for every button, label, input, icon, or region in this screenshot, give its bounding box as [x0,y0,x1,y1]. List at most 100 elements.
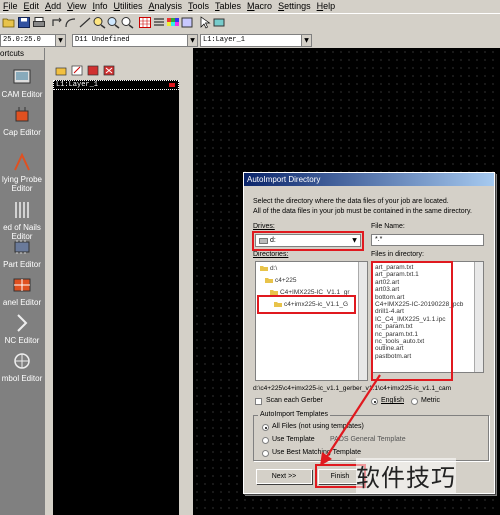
zoom-in-icon[interactable] [92,16,106,29]
layer-color-swatch [169,83,175,87]
directory-item[interactable]: d:\ [260,265,277,272]
palette-icon[interactable] [166,16,180,29]
next-button[interactable]: Next >> [256,469,312,484]
zoom-window-icon[interactable] [120,16,134,29]
dcode-value: D11 Undefined [75,36,130,44]
shortcut-label: mbol Editor [1,374,43,383]
template-best-radio[interactable] [262,450,269,457]
cam-editor-icon [13,69,31,84]
metric-radio[interactable] [411,398,418,405]
layer-delete-icon[interactable] [103,65,115,76]
panel-editor-icon [13,278,31,292]
template-use-label: Use Template [272,436,315,443]
files-scrollbar[interactable] [474,262,483,372]
shortcut-nc-editor[interactable]: NC Editor [0,313,44,345]
menu-macro[interactable]: Macro [244,0,275,13]
shortcut-label: NC Editor [4,336,40,345]
shortcut-part-editor[interactable]: Part Editor [0,237,44,269]
layer-panel: L1:Layer_1 [45,48,187,515]
shortcut-label: anel Editor [2,298,42,307]
menu-analysis[interactable]: Analysis [145,0,185,13]
route-icon[interactable] [78,16,92,29]
highlight-icon[interactable] [212,16,226,29]
layers-icon[interactable] [152,16,166,29]
layer-color-icon[interactable] [87,65,99,76]
zoom-out-icon[interactable] [106,16,120,29]
open-icon[interactable] [2,16,16,29]
layer-edit-icon[interactable] [71,65,83,76]
flying-probe-icon [14,152,30,171]
drives-highlight [252,231,364,251]
cursor-icon[interactable] [198,16,212,29]
shortcut-label: Part Editor [3,260,41,269]
layer-value: L1:Layer_1 [203,36,246,44]
menu-file[interactable]: File [0,0,21,13]
shortcut-cam-editor[interactable]: CAM Editor [0,67,44,99]
chevron-down-icon[interactable]: ▼ [301,35,311,46]
menu-info[interactable]: Info [89,0,110,13]
menu-utilities[interactable]: Utilities [110,0,145,13]
directory-highlight [257,295,356,314]
chevron-down-icon[interactable]: ▼ [55,35,65,46]
watermark: 软件技巧 [356,458,456,493]
files-highlight [371,261,453,381]
file-name-label: File Name: [371,223,405,230]
directory-label: d:\ [269,265,278,272]
template-use-radio[interactable] [262,437,269,444]
directory-item[interactable]: c4+225 [265,277,296,284]
shortcut-symbol-editor[interactable]: mbol Editor [0,351,44,383]
directory-label: c4+225 [274,277,297,284]
menu-bar: File Edit Add View Info Utilities Analys… [0,0,500,13]
undo-icon[interactable] [50,16,64,29]
folder-open-icon [265,278,273,284]
layer-add-icon[interactable] [55,65,67,76]
menu-edit[interactable]: Edit [21,0,43,13]
layer-combo[interactable]: L1:Layer_1 ▼ [200,34,312,47]
shortcuts-title: ortcuts [0,48,44,61]
toolbar [0,13,500,34]
directories-label: Directories: [253,251,289,258]
shortcuts-list: CAM Editor Cap Editor lying Probe Editor… [0,61,44,515]
dcode-combo[interactable]: D11 Undefined ▼ [72,34,198,47]
shortcut-label: CAM Editor [1,90,43,99]
layer-item[interactable]: L1:Layer_1 [53,80,179,90]
symbol-editor-icon [14,353,30,369]
menu-add[interactable]: Add [42,0,64,13]
grid-combo[interactable]: 25.0:25.0 ▼ [0,34,66,47]
directories-list[interactable]: d:\ c4+225 C4+IMX225-IC_V1.1_gr c4+imx22… [255,261,368,381]
save-icon[interactable] [17,16,31,29]
settings-icon[interactable] [180,16,194,29]
menu-tables[interactable]: Tables [212,0,244,13]
menu-help[interactable]: Help [314,0,339,13]
print-icon[interactable] [32,16,46,29]
metric-label: Metric [421,397,441,404]
dialog-titlebar[interactable]: AutoImport Directory [244,173,494,186]
shortcut-cap-editor[interactable]: Cap Editor [0,105,44,137]
chevron-down-icon[interactable]: ▼ [187,35,197,46]
scan-each-gerber-checkbox[interactable] [255,398,262,405]
layer-item-label: L1:Layer_1 [56,81,99,89]
part-editor-icon [14,240,30,254]
grid-value: 25.0:25.0 [3,36,41,44]
status-combos: 25.0:25.0 ▼ D11 Undefined ▼ L1:Layer_1 ▼ [0,33,500,47]
layer-list[interactable]: L1:Layer_1 [53,80,179,515]
directories-scrollbar[interactable] [358,262,367,380]
folder-open-icon [260,266,268,272]
dialog-instructions-2: All of the data files in your job must b… [253,208,472,215]
dialog-instructions-1: Select the directory where the data file… [253,198,449,205]
file-name-value: *.* [375,236,383,243]
menu-tools[interactable]: Tools [185,0,212,13]
cap-editor-icon [15,107,29,122]
shortcut-panel-editor[interactable]: anel Editor [0,275,44,307]
nc-editor-icon [17,314,28,332]
files-label: Files in directory: [371,251,424,258]
template-all-radio[interactable] [262,424,269,431]
autoimport-dialog: AutoImport Directory Select the director… [243,172,495,494]
shortcuts-panel: ortcuts CAM Editor Cap Editor lying Prob… [0,48,45,515]
menu-view[interactable]: View [64,0,89,13]
redo-icon[interactable] [64,16,78,29]
grid-icon[interactable] [138,16,152,29]
bed-of-nails-icon [15,202,29,218]
menu-settings[interactable]: Settings [275,0,314,13]
file-name-input[interactable]: *.* [371,234,484,246]
